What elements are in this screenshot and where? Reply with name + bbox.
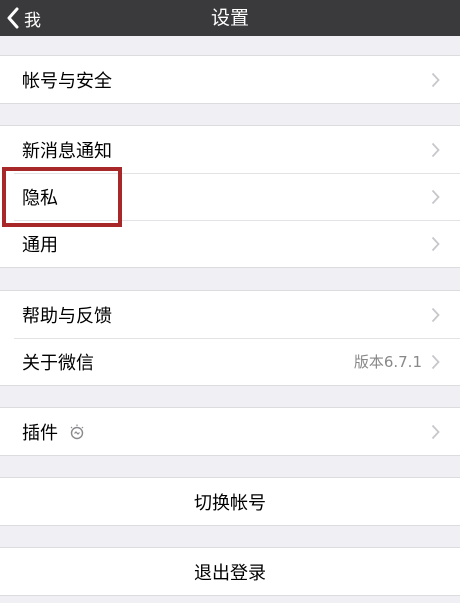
settings-group-plugins: 插件 xyxy=(0,407,460,456)
row-general[interactable]: 通用 xyxy=(0,220,460,267)
plugin-bulb-icon xyxy=(70,424,84,439)
chevron-right-icon xyxy=(431,142,440,157)
chevron-right-icon xyxy=(431,354,440,369)
chevron-right-icon xyxy=(431,424,440,439)
row-label: 隐私 xyxy=(22,187,58,209)
chevron-right-icon xyxy=(431,307,440,322)
version-value: 版本6.7.1 xyxy=(353,353,422,371)
settings-group-general: 新消息通知 隐私 通用 xyxy=(0,125,460,268)
plugins-label: 插件 xyxy=(22,422,58,444)
row-label: 退出登录 xyxy=(194,562,266,584)
settings-group-switch-account: 切换帐号 xyxy=(0,477,460,526)
chevron-right-icon xyxy=(431,189,440,204)
row-about-wechat[interactable]: 关于微信 版本6.7.1 xyxy=(0,338,460,385)
row-label: 关于微信 xyxy=(22,352,94,374)
row-new-message-notification[interactable]: 新消息通知 xyxy=(0,126,460,173)
page-title: 设置 xyxy=(210,7,249,29)
row-privacy[interactable]: 隐私 xyxy=(0,173,460,220)
row-label: 切换帐号 xyxy=(194,492,266,514)
settings-group-logout: 退出登录 xyxy=(0,547,460,596)
chevron-right-icon xyxy=(431,236,440,251)
settings-group-account: 帐号与安全 xyxy=(0,55,460,104)
row-label: 插件 xyxy=(22,419,430,445)
navigation-bar: 我 设置 xyxy=(0,0,460,36)
row-label: 新消息通知 xyxy=(22,140,112,162)
row-account-security[interactable]: 帐号与安全 xyxy=(0,56,460,103)
logout-button[interactable]: 退出登录 xyxy=(0,548,460,595)
settings-group-help: 帮助与反馈 关于微信 版本6.7.1 xyxy=(0,290,460,386)
row-help-feedback[interactable]: 帮助与反馈 xyxy=(0,291,460,338)
row-label: 帐号与安全 xyxy=(22,70,112,92)
chevron-right-icon xyxy=(431,72,440,87)
row-label: 通用 xyxy=(22,234,58,256)
row-label: 帮助与反馈 xyxy=(22,305,112,327)
row-plugins[interactable]: 插件 xyxy=(0,408,460,455)
switch-account-button[interactable]: 切换帐号 xyxy=(0,478,460,525)
